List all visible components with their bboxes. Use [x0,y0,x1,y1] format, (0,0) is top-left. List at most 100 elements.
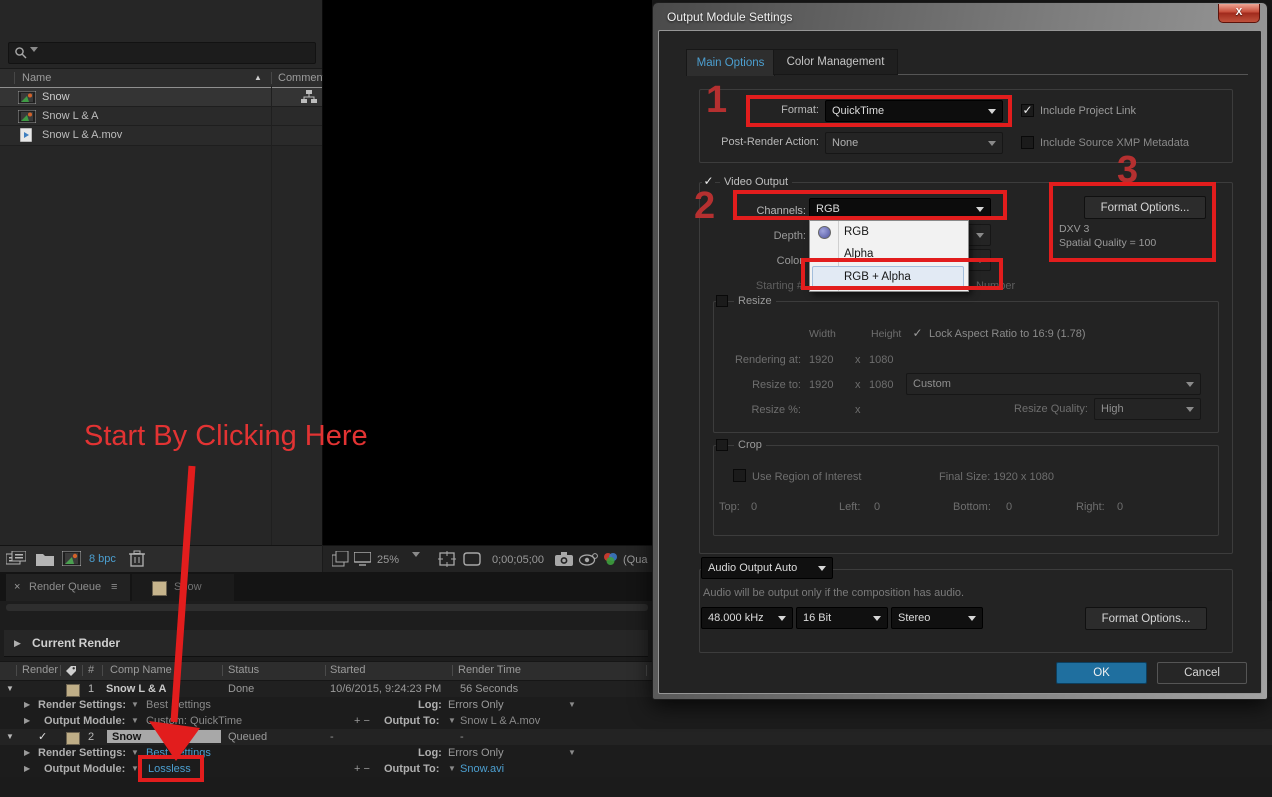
zoom-level[interactable]: 25% [377,554,399,566]
tab-snow[interactable]: Snow [132,574,234,601]
project-item-label[interactable]: Snow L & A.mov [42,126,122,145]
tab-close-icon[interactable]: × [14,574,20,600]
zoom-dropdown-icon[interactable] [412,557,420,569]
audio-output-dropdown[interactable]: Audio Output Auto [701,557,833,579]
render-checkbox[interactable]: ✓ [38,729,47,745]
tab-label[interactable]: Render Queue [29,574,101,600]
current-render-header[interactable]: ▶ Current Render [4,630,648,657]
col-started[interactable]: Started [330,662,365,679]
dropdown-icon[interactable]: ▼ [568,697,576,713]
bit-depth-dropdown[interactable]: 16 Bit [796,607,888,629]
tab-main-options[interactable]: Main Options [686,49,775,76]
rq-row-2[interactable]: ▼ ✓ 2 Snow Queued - - [0,729,1272,745]
ok-button[interactable]: OK [1056,662,1147,684]
rendering-width: 1920 [809,354,833,366]
region-of-interest-icon[interactable] [463,552,481,566]
bit-depth-button[interactable]: 8 bpc [89,553,116,565]
tab-render-queue[interactable]: × Render Queue ≡ [6,574,130,601]
lock-aspect-checkbox[interactable]: ✓ [911,327,924,340]
resize-preset-dropdown[interactable]: Custom [906,373,1201,395]
project-footer-toolbar: 8 bpc [0,545,322,573]
tab-label[interactable]: Snow [174,574,202,600]
menu-item-rgb[interactable]: RGB [810,221,968,243]
add-remove-output[interactable]: + − [354,761,370,777]
dropdown-icon[interactable]: ▼ [568,745,576,761]
crop-left-value[interactable]: 0 [874,501,880,513]
dialog-close-button[interactable]: X [1218,4,1260,23]
twirl-icon[interactable]: ▶ [24,761,30,777]
horizontal-scrollbar[interactable] [6,604,648,611]
log-value[interactable]: Errors Only [448,697,504,713]
col-comp-name[interactable]: Comp Name [110,662,172,679]
render-time: 56 Seconds [460,681,518,697]
twirl-icon[interactable]: ▶ [24,713,30,729]
comp-color-swatch[interactable] [66,684,80,697]
search-input[interactable] [8,42,316,64]
output-module-label: Output Module: [44,761,125,777]
project-column-header[interactable]: Name ▲ Comment [0,68,322,88]
audio-channels-dropdown[interactable]: Stereo [891,607,983,629]
output-module-value[interactable]: Custom: QuickTime [146,713,242,729]
new-folder-icon[interactable] [36,552,54,566]
sort-asc-icon[interactable]: ▲ [254,69,262,87]
roi-checkbox[interactable] [733,469,746,482]
column-name[interactable]: Name [22,69,51,87]
crop-top-value[interactable]: 0 [751,501,757,513]
grid-guides-icon[interactable] [438,551,456,567]
render-settings-value[interactable]: Best Settings [146,697,211,713]
audio-format-options-button[interactable]: Format Options... [1085,607,1207,630]
twirl-icon[interactable]: ▶ [24,745,30,761]
dropdown-icon[interactable]: ▼ [131,713,139,729]
dropdown-icon[interactable]: ▼ [131,697,139,713]
flowchart-icon[interactable] [301,90,317,104]
crop-checkbox[interactable] [716,439,728,451]
comp-color-swatch[interactable] [66,732,80,745]
resolution-label[interactable]: (Qua [623,554,647,566]
interpret-footage-icon[interactable] [6,551,26,567]
resize-checkbox[interactable] [716,295,728,307]
collapse-arrow-icon[interactable]: ▶ [14,630,21,656]
project-item-snow-la[interactable]: Snow L & A [0,106,322,126]
tab-color-management[interactable]: Color Management [773,49,898,75]
log-value[interactable]: Errors Only [448,745,504,761]
show-channels-icon[interactable] [602,552,619,566]
add-remove-output[interactable]: + − [354,713,370,729]
project-item-snow-mov[interactable]: Snow L & A.mov [0,125,322,146]
comp-name[interactable]: Snow [112,729,141,745]
crop-right-value[interactable]: 0 [1117,501,1123,513]
project-item-label[interactable]: Snow [42,88,70,107]
label-color-icon[interactable] [65,665,77,677]
display-icon[interactable] [354,552,371,566]
sample-rate-dropdown[interactable]: 48.000 kHz [701,607,793,629]
trash-icon[interactable] [129,550,145,568]
column-comment[interactable]: Comment [278,69,326,87]
col-render[interactable]: Render [22,662,58,679]
rq-column-header[interactable]: Render # Comp Name Status Started Render… [0,661,652,681]
crop-bottom-value[interactable]: 0 [1006,501,1012,513]
tab-menu-icon[interactable]: ≡ [111,574,117,600]
resize-quality-dropdown[interactable]: High [1094,398,1201,420]
dropdown-icon[interactable]: ▼ [448,761,456,777]
post-render-action-dropdown[interactable]: None [825,132,1003,154]
col-num[interactable]: # [88,662,94,679]
include-project-link-checkbox[interactable]: ✓ [1021,104,1034,117]
twirl-icon[interactable]: ▶ [24,697,30,713]
col-render-time[interactable]: Render Time [458,662,521,679]
cancel-button[interactable]: Cancel [1157,662,1247,684]
output-to-value[interactable]: Snow L & A.mov [460,713,540,729]
comp-name[interactable]: Snow L & A [106,681,167,697]
snapshot-camera-icon[interactable] [555,552,573,566]
expand-icon[interactable]: ▼ [6,681,14,697]
dropdown-icon[interactable]: ▼ [448,713,456,729]
expand-icon[interactable]: ▼ [6,729,14,745]
project-item-snow[interactable]: Snow [0,87,322,107]
col-status[interactable]: Status [228,662,259,679]
show-snapshot-icon[interactable] [579,553,598,566]
search-dropdown-icon[interactable] [30,52,38,64]
project-item-label[interactable]: Snow L & A [42,107,98,126]
include-xmp-checkbox[interactable] [1021,136,1034,149]
always-preview-icon[interactable] [332,551,350,567]
new-composition-icon[interactable] [62,551,81,566]
output-to-value[interactable]: Snow.avi [460,761,504,777]
timecode-display[interactable]: 0;00;05;00 [492,554,544,566]
